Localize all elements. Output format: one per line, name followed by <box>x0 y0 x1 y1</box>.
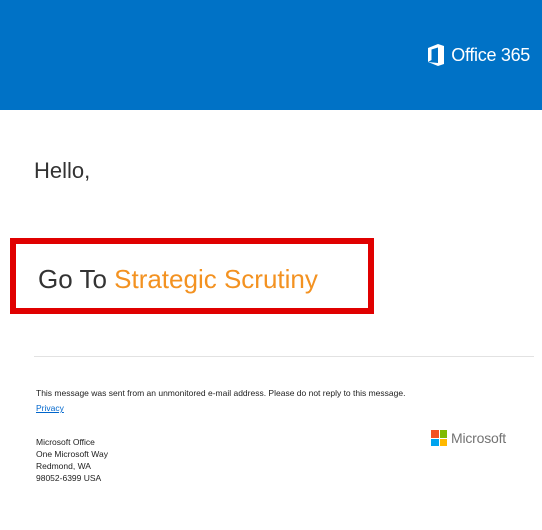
address-line: Microsoft Office <box>36 437 95 447</box>
address-line: One Microsoft Way <box>36 449 108 459</box>
address-line: 98052-6399 USA <box>36 473 102 483</box>
cta-prefix: Go To <box>38 264 115 294</box>
office-icon <box>427 44 445 66</box>
office365-brand: Office 365 <box>427 44 530 66</box>
brand-name: Office 365 <box>451 44 530 65</box>
strategic-scrutiny-link[interactable]: Strategic Scrutiny <box>114 264 318 294</box>
email-header: Office 365 <box>0 0 542 110</box>
microsoft-logo: Microsoft <box>431 430 506 446</box>
microsoft-logo-icon <box>431 430 447 446</box>
unmonitored-notice: This message was sent from an unmonitore… <box>36 388 406 398</box>
address-line: Redmond, WA <box>36 461 91 471</box>
privacy-link[interactable]: Privacy <box>36 403 64 413</box>
greeting-text: Hello, <box>34 158 91 183</box>
email-page: Office 365 Hello, Go To Strategic Scruti… <box>0 0 542 530</box>
microsoft-logo-text: Microsoft <box>451 430 506 446</box>
company-address: Microsoft Office One Microsoft Way Redmo… <box>36 436 108 484</box>
highlight-box: Go To Strategic Scrutiny <box>10 238 374 314</box>
cta-heading: Go To Strategic Scrutiny <box>38 264 318 295</box>
footer-divider <box>34 356 534 357</box>
